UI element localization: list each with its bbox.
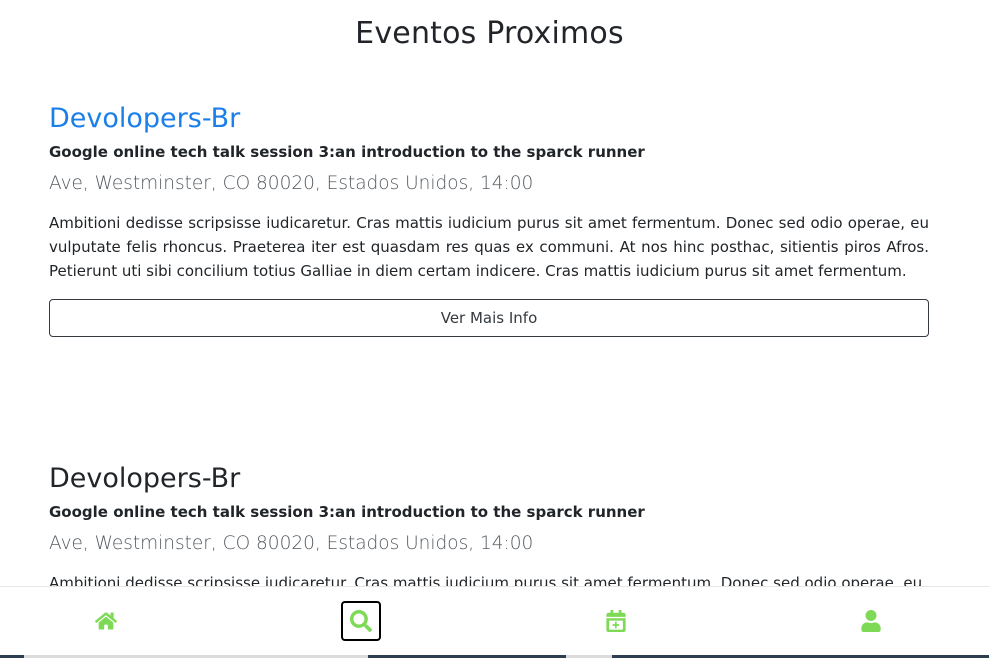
event-location: Ave, Westminster, CO 80020, Estados Unid… — [49, 173, 534, 194]
nav-profile-button[interactable] — [851, 601, 891, 641]
home-icon — [95, 612, 117, 630]
nav-add-event-button[interactable] — [596, 601, 636, 641]
page-title: Eventos Proximos — [355, 16, 624, 51]
bottom-nav — [0, 586, 989, 658]
event-card: Devolopers-Br Google online tech talk se… — [49, 460, 929, 595]
search-icon — [350, 610, 372, 632]
event-name[interactable]: Devolopers-Br — [49, 100, 929, 138]
event-description: Ambitioni dedisse scripsisse iudicaretur… — [49, 214, 929, 280]
event-name[interactable]: Devolopers-Br — [49, 460, 929, 498]
event-location: Ave, Westminster, CO 80020, Estados Unid… — [49, 533, 534, 554]
more-info-button[interactable]: Ver Mais Info — [49, 299, 929, 337]
calendar-plus-icon — [606, 610, 626, 632]
event-subtitle: Google online tech talk session 3:an int… — [49, 143, 645, 161]
nav-search-button[interactable] — [341, 601, 381, 641]
event-card: Devolopers-Br Google online tech talk se… — [49, 100, 929, 337]
event-subtitle: Google online tech talk session 3:an int… — [49, 503, 645, 521]
user-icon — [861, 610, 881, 632]
nav-home-button[interactable] — [86, 601, 126, 641]
